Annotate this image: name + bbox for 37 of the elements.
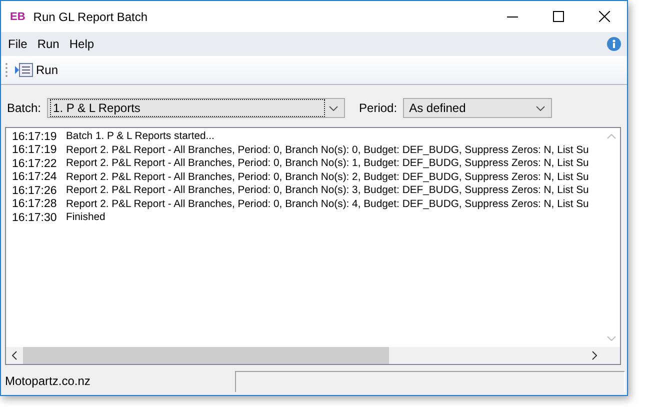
batch-label: Batch: [7, 101, 42, 115]
period-label: Period: [359, 101, 398, 115]
maximize-icon [552, 11, 564, 22]
chevron-down-icon [329, 106, 338, 110]
log-time: 16:17:28 [12, 198, 58, 210]
log-message: Report 2. P&L Report - All Branches, Period: 0, Branch No(s): 0, Budget: DEF_BUDG, Suppress Zeros: N, List Su [66, 144, 589, 156]
window-title: Run GL Report Batch [33, 10, 148, 24]
menu-item[interactable]: Help [64, 35, 100, 53]
run-button[interactable]: Run [12, 61, 62, 79]
log-time: 16:17:22 [12, 158, 58, 170]
log-time: 16:17:19 [12, 144, 58, 156]
toolbar-grip-icon [5, 62, 8, 78]
scroll-up-icon [607, 134, 616, 139]
status-text: Motopartz.co.nz [5, 374, 92, 388]
log-time: 16:17:19 [12, 130, 58, 143]
scrollbar-thumb[interactable] [23, 347, 389, 364]
period-dropdown[interactable]: As defined [403, 98, 552, 118]
log-time: 16:17:24 [12, 171, 58, 184]
log-message: Report 2. P&L Report - All Branches, Period: 0, Branch No(s): 2, Budget: DEF_BUDG, Suppress Zeros: N, List Su [66, 172, 589, 183]
log-message: Finished [66, 212, 106, 224]
menu-item[interactable]: File [3, 35, 32, 53]
list-icon [15, 63, 33, 77]
close-icon [598, 11, 610, 22]
info-icon[interactable] [607, 37, 621, 51]
log-message: Report 2. P&L Report - All Branches, Period: 0, Branch No(s): 3, Budget: DEF_BUDG, Suppress Zeros: N, List Su [66, 185, 589, 196]
menu-item[interactable]: Run [32, 35, 64, 53]
scroll-down-icon [607, 336, 616, 341]
chevron-down-icon [536, 106, 546, 110]
batch-dropdown[interactable]: 1. P & L Reports [47, 98, 346, 118]
log-time: 16:17:30 [12, 212, 58, 224]
scroll-right-icon [592, 351, 597, 360]
log-message: Report 2. P&L Report - All Branches, Period: 0, Branch No(s): 4, Budget: DEF_BUDG, Suppress Zeros: N, List Su [66, 198, 589, 210]
scroll-left-icon [12, 351, 17, 360]
log-time: 16:17:26 [12, 184, 58, 197]
log-message: Batch 1. P & L Reports started... [66, 131, 214, 142]
app-logo: EB [10, 10, 26, 22]
log-message: Report 2. P&L Report - All Branches, Period: 0, Branch No(s): 1, Budget: DEF_BUDG, Suppress Zeros: N, List Su [66, 158, 589, 170]
